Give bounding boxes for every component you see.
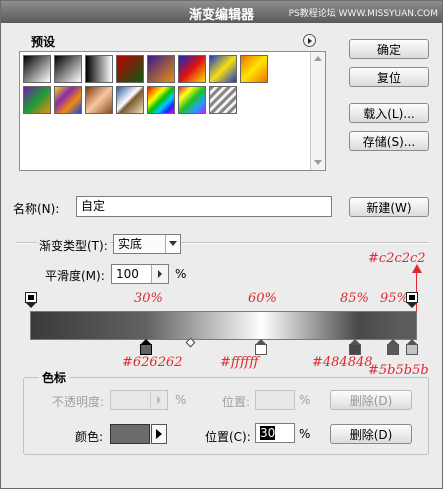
name-label: 名称(N):	[13, 202, 60, 216]
arrow-right-icon	[156, 429, 162, 439]
new-button[interactable]: 新建(W)	[349, 197, 429, 217]
gradient-type-select[interactable]: 实底	[113, 234, 181, 254]
preset-swatch-transparent-stripes[interactable]	[209, 86, 237, 114]
color-stops-label: 色标	[39, 369, 70, 386]
gradient-editor-window: 渐变编辑器 PS教程论坛 WWW.MISSYUAN.COM 预设 确定 复位 载…	[0, 0, 443, 489]
preset-swatch-spectrum[interactable]	[147, 86, 175, 114]
presets-menu-button[interactable]	[303, 34, 316, 47]
opacity-stop-right[interactable]	[406, 292, 418, 308]
opacity-position-label: 位置:	[222, 395, 251, 409]
preset-swatch-violet-green-orange[interactable]	[23, 86, 51, 114]
smoothness-stepper[interactable]	[151, 265, 168, 283]
smoothness-input[interactable]: 100	[111, 264, 169, 284]
color-label-4: #5b5b5b	[368, 363, 429, 378]
reset-button[interactable]: 复位	[349, 67, 429, 87]
arrow-right-icon	[157, 396, 161, 404]
preset-swatch-red-green[interactable]	[116, 55, 144, 83]
color-stop-3[interactable]	[349, 339, 361, 355]
preset-swatch-chrome[interactable]	[116, 86, 144, 114]
arrow-right-icon	[308, 38, 312, 44]
annotation-arrow-head	[412, 264, 422, 273]
color-stop-5[interactable]	[406, 339, 418, 355]
color-label-1: #626262	[122, 355, 183, 370]
gradient-type-value: 实底	[118, 237, 143, 251]
watermark: PS教程论坛 WWW.MISSYUAN.COM	[288, 9, 438, 19]
preset-swatch-orange-yellow-orange[interactable]	[240, 55, 268, 83]
percent-label-4: 95%	[380, 291, 409, 306]
preset-swatch-yellow-violet-orange-blue[interactable]	[54, 86, 82, 114]
title-bar: 渐变编辑器 PS教程论坛 WWW.MISSYUAN.COM	[1, 1, 442, 23]
opacity-stop-left[interactable]	[25, 292, 37, 308]
percent-label-3: 85%	[340, 291, 369, 306]
dropdown-button[interactable]	[165, 235, 180, 253]
preset-swatch-violet-orange[interactable]	[147, 55, 175, 83]
color-label-3: #484848	[312, 355, 373, 370]
save-button[interactable]: 存储(S)...	[349, 131, 429, 151]
delete-color-stop-button[interactable]: 删除(D)	[330, 424, 412, 444]
opacity-stepper	[150, 391, 167, 409]
color-stop-2[interactable]	[255, 339, 267, 355]
load-button[interactable]: 载入(L)...	[349, 103, 429, 123]
smoothness-label: 平滑度(M):	[45, 269, 105, 283]
preset-swatch-black-white[interactable]	[85, 55, 113, 83]
color-stop-4[interactable]	[387, 339, 399, 355]
scroll-up-icon[interactable]	[314, 56, 322, 61]
scroll-down-icon[interactable]	[314, 160, 322, 165]
opacity-position-unit: %	[299, 393, 311, 407]
opacity-label: 不透明度:	[52, 395, 105, 409]
percent-label-2: 60%	[248, 291, 277, 306]
opacity-unit: %	[175, 393, 187, 407]
position-value: 30	[260, 426, 276, 440]
ok-button[interactable]: 确定	[349, 39, 429, 59]
arrow-right-icon	[158, 270, 162, 278]
opacity-input	[110, 390, 168, 410]
delete-opacity-stop-button: 删除(D)	[330, 390, 412, 410]
color-swatch[interactable]	[110, 424, 150, 444]
position-input[interactable]: 30	[255, 423, 295, 443]
presets-list	[19, 51, 326, 171]
opacity-position-input	[255, 390, 295, 410]
presets-scrollbar[interactable]	[310, 52, 325, 170]
chevron-down-icon	[169, 241, 177, 246]
color-label-2: #ffffff	[220, 355, 259, 370]
gradient-type-label: 渐变类型(T):	[37, 237, 110, 254]
position-unit: %	[299, 427, 311, 441]
preset-swatch-blue-red-yellow[interactable]	[178, 55, 206, 83]
presets-label: 预设	[31, 35, 56, 49]
smoothness-value: 100	[116, 267, 139, 281]
preset-swatch-blue-yellow-blue[interactable]	[209, 55, 237, 83]
smoothness-unit: %	[175, 267, 187, 281]
position-label: 位置(C):	[205, 430, 251, 444]
preset-swatch-copper[interactable]	[85, 86, 113, 114]
color-menu-button[interactable]	[151, 424, 167, 444]
preset-swatch-fg-to-bg[interactable]	[23, 55, 51, 83]
preset-swatch-fg-to-transparent[interactable]	[54, 55, 82, 83]
name-input[interactable]: 自定	[76, 196, 332, 217]
gradient-preview-bar[interactable]	[30, 311, 417, 340]
color-stop-1[interactable]	[140, 339, 152, 355]
preset-swatch-transparent-rainbow[interactable]	[178, 86, 206, 114]
percent-label-1: 30%	[134, 291, 163, 306]
color-label: 颜色:	[75, 430, 104, 444]
